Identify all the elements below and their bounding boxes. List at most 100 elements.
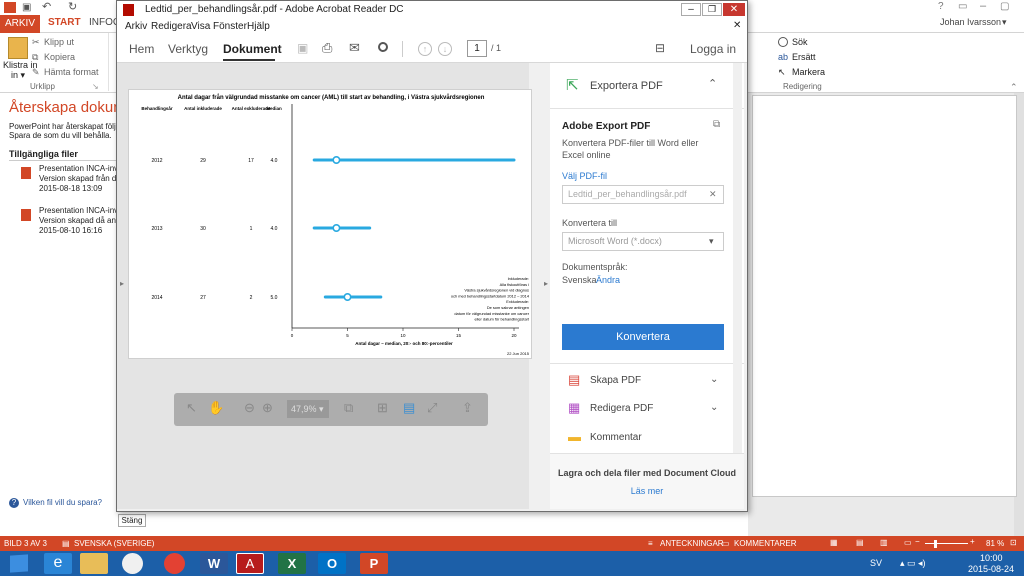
normal-view-icon[interactable]: ▦ [830,538,838,547]
collapse-ribbon-icon[interactable]: ⌃ [1010,82,1018,93]
zoom-slider[interactable] [925,543,968,544]
recovered-file-item[interactable]: Presentation INCA-inve Version skapad fr… [9,164,123,198]
acrobat-app-icon[interactable] [123,4,134,16]
find-button[interactable]: Sök [792,37,808,47]
powerpoint-taskbar-icon[interactable]: P [360,553,388,574]
menu-fonster[interactable]: Fönster [213,21,247,32]
zoom-in-icon[interactable]: ⊕ [262,400,273,416]
clipboard-launcher-icon[interactable]: ↘ [92,82,99,91]
export-settings-icon[interactable]: ⧉ [713,119,720,130]
convert-button[interactable]: Konvertera [562,324,724,350]
media-player-icon[interactable] [122,553,143,574]
format-select[interactable]: Microsoft Word (*.docx) ▾ [562,232,724,251]
close-recovery-button[interactable]: Stäng [118,514,146,527]
user-name[interactable]: Johan Ivarsson [940,17,1001,27]
zoom-in-icon[interactable]: + [970,537,975,546]
zoom-out-icon[interactable]: − [915,537,920,546]
format-painter-button[interactable]: Hämta format [44,67,99,77]
undo-icon[interactable]: ↶ [42,0,51,13]
minimize-icon[interactable]: – [980,0,986,12]
clock-time[interactable]: 10:00 [980,553,1003,563]
close-icon[interactable]: ✕ [723,3,745,16]
language-status[interactable]: SVENSKA (SVERIGE) [74,539,154,548]
fit-page-icon[interactable]: ⊞ [377,400,388,416]
save-icon[interactable]: ▣ [297,41,308,55]
menu-redigera[interactable]: Redigera [151,21,192,32]
save-icon[interactable]: ▣ [22,2,34,13]
read-more-link[interactable]: Läs mer [550,486,744,496]
fit-width-icon[interactable]: ▤ [403,400,415,416]
zoom-level[interactable]: 81 % [986,539,1004,548]
minimize-icon[interactable]: – [681,3,701,16]
word-icon[interactable]: W [200,553,228,574]
restore-icon[interactable]: ❐ [702,3,722,16]
windows-start-icon[interactable] [10,554,28,573]
cut-button[interactable]: Klipp ut [44,37,74,47]
reading-view-icon[interactable]: ▥ [880,538,888,547]
slide-sorter-icon[interactable]: ▤ [856,538,864,547]
print-icon[interactable]: ⎙ [322,40,332,56]
help-icon[interactable]: ? [938,1,944,12]
clock-date[interactable]: 2015-08-24 [968,564,1014,574]
login-button[interactable]: Logga in [690,42,736,56]
comments-button[interactable]: KOMMENTARER [734,539,797,548]
excel-icon[interactable]: X [278,553,306,574]
change-language-link[interactable]: Ändra [596,275,620,285]
acrobat-taskbar-icon[interactable]: A [236,553,264,574]
page-number-input[interactable]: 1 [467,40,487,57]
full-screen-icon[interactable]: ⤢ [427,400,437,416]
zoom-slider-thumb[interactable] [934,540,937,548]
next-page-icon[interactable]: ↓ [438,42,452,56]
tab-arkiv[interactable]: ARKIV [0,15,40,33]
right-panel-toggle-icon[interactable]: ▸ [544,279,548,288]
replace-button[interactable]: Ersätt [792,52,816,62]
maximize-icon[interactable]: ▢ [1000,1,1009,12]
copy-button[interactable]: Kopiera [44,52,75,62]
recovered-file-item[interactable]: Presentation INCA-inve Version skapad då… [9,206,123,240]
ribbon-display-icon[interactable]: ▭ [958,1,967,12]
paste-dropdown-icon[interactable]: in ▾ [11,70,25,81]
slideshow-icon[interactable]: ▭ [904,538,912,547]
tools-pane-scrollbar[interactable] [733,63,742,453]
file-explorer-icon[interactable] [80,553,108,574]
menu-visa[interactable]: Visa [191,21,210,32]
email-icon[interactable]: ✉ [349,40,360,56]
which-file-link[interactable]: Vilken fil vill du spara? [23,498,102,507]
collapse-chevron-icon[interactable]: ⌃ [708,77,717,90]
select-button[interactable]: Markera [792,67,825,77]
select-tool-icon[interactable]: ↖ [186,400,197,416]
outlook-icon[interactable]: O [318,553,346,574]
dropdown-chevron-icon[interactable]: ▾ [709,233,714,250]
tab-verktyg[interactable]: Verktyg [168,42,208,56]
choose-file-link[interactable]: Välj PDF-fil [562,171,607,181]
edit-pdf-item[interactable]: ▦ Redigera PDF ⌄ [550,395,744,421]
left-panel-toggle-icon[interactable]: ▸ [120,279,124,288]
user-chevron-icon[interactable]: ▾ [1002,17,1007,28]
expand-chevron-icon[interactable]: ⌄ [710,374,718,385]
expand-chevron-icon[interactable]: ⌄ [710,402,718,413]
hand-tool-icon[interactable]: ✋ [208,400,224,416]
share-icon[interactable]: ⇪ [462,400,473,416]
input-language[interactable]: SV [870,558,882,568]
file-name-field[interactable]: Ledtid_per_behandlingsår.pdf ✕ [562,185,724,204]
close-document-icon[interactable]: ✕ [733,20,741,31]
tab-dokument[interactable]: Dokument [223,42,282,56]
chrome-icon[interactable] [164,553,185,574]
redo-icon[interactable]: ↻ [68,0,77,13]
tab-hem[interactable]: Hem [129,42,154,56]
notes-button[interactable]: ANTECKNINGAR [660,539,724,548]
zoom-select[interactable]: 47,9% ▾ [287,400,329,418]
comment-item[interactable]: ▬ Kommentar [550,424,744,450]
menu-hjalp[interactable]: Hjälp [247,21,270,32]
page-thumbnail-icon[interactable]: ⧉ [344,400,353,416]
search-icon[interactable] [378,42,388,52]
pp-slide-canvas[interactable] [752,95,1017,497]
clear-file-icon[interactable]: ✕ [709,186,717,203]
paste-icon[interactable] [8,37,28,59]
export-pdf-header[interactable]: ⇱ Exportera PDF ⌃ [550,63,744,109]
tab-start[interactable]: START [48,17,81,28]
internet-explorer-icon[interactable]: e [44,553,72,574]
zoom-out-icon[interactable]: ⊖ [244,400,255,416]
fit-slide-icon[interactable]: ⊡ [1010,538,1017,547]
create-pdf-item[interactable]: ▤ Skapa PDF ⌄ [550,367,744,393]
